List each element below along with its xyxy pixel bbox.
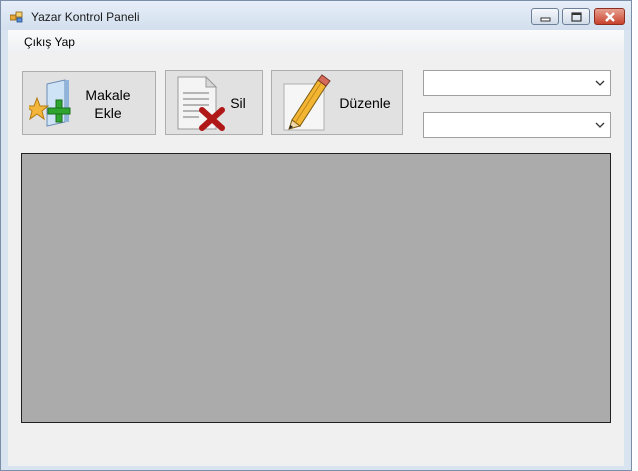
- content-panel: [21, 153, 611, 423]
- edit-pencil-icon: [278, 74, 332, 132]
- chevron-down-icon: [595, 122, 605, 128]
- edit-button[interactable]: Düzenle: [271, 70, 403, 135]
- minimize-icon: [540, 17, 551, 22]
- maximize-icon: [571, 12, 582, 22]
- title-bar[interactable]: Yazar Kontrol Paneli: [1, 1, 631, 30]
- minimize-button[interactable]: [531, 8, 559, 25]
- main-window: Yazar Kontrol Paneli Çıkış Yap Makale Ek…: [0, 0, 632, 471]
- close-icon: [605, 12, 615, 22]
- maximize-button[interactable]: [562, 8, 590, 25]
- chevron-down-icon: [595, 80, 605, 86]
- delete-document-icon: [172, 74, 228, 132]
- edit-label: Düzenle: [339, 95, 391, 111]
- add-article-button[interactable]: Makale Ekle: [22, 71, 156, 135]
- combo-box-2[interactable]: [423, 112, 611, 138]
- close-button[interactable]: [594, 8, 625, 25]
- client-area: Çıkış Yap Makale Ekle Sil Düzenle: [8, 30, 624, 466]
- delete-label: Sil: [230, 95, 246, 111]
- combo-box-1[interactable]: [423, 70, 611, 96]
- add-article-icon: [24, 78, 81, 130]
- window-title: Yazar Kontrol Paneli: [31, 10, 140, 24]
- app-windows-icon: [9, 10, 24, 23]
- menu-item-logout[interactable]: Çıkış Yap: [24, 35, 75, 49]
- add-article-label-line1: Makale: [85, 87, 131, 103]
- delete-button[interactable]: Sil: [165, 70, 263, 135]
- add-article-label-line2: Ekle: [94, 105, 122, 121]
- menu-bar: Çıkış Yap: [8, 30, 624, 52]
